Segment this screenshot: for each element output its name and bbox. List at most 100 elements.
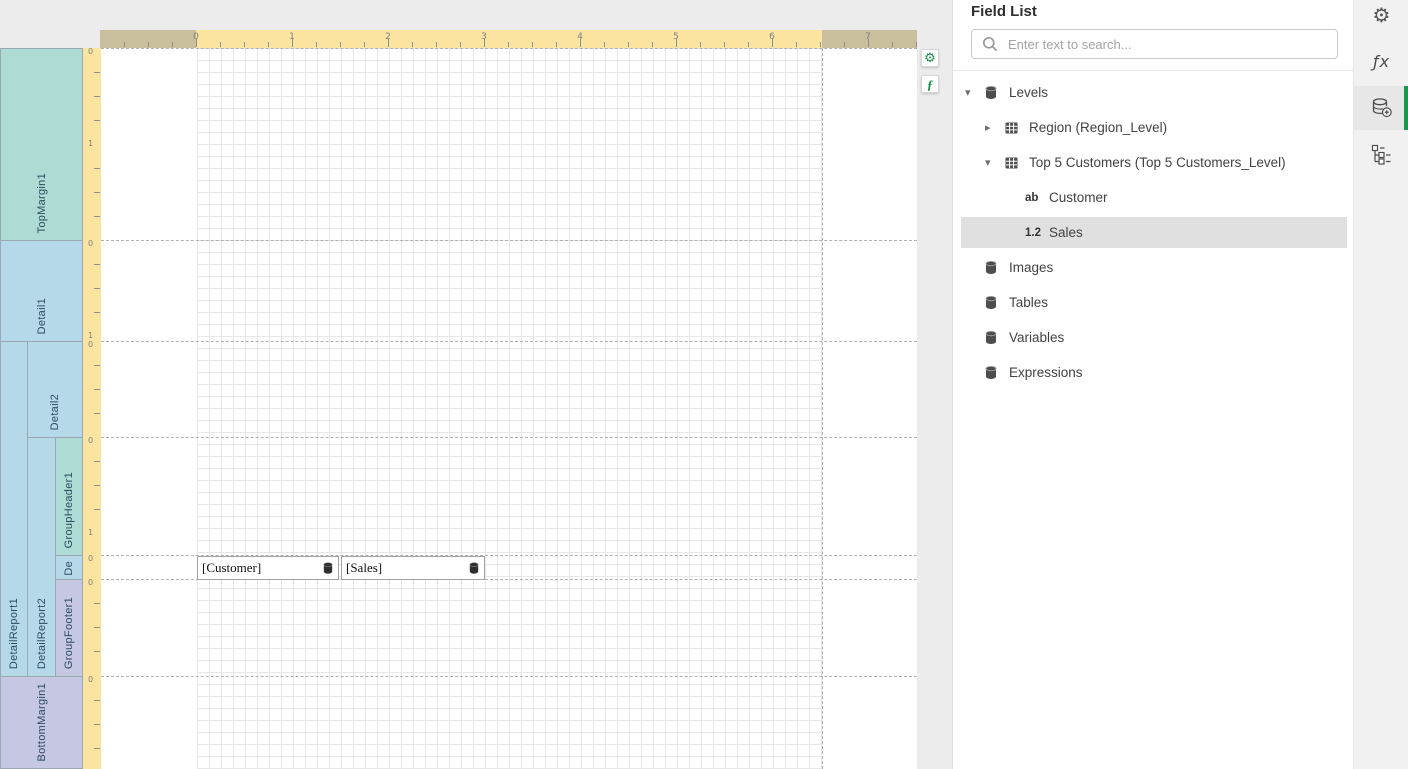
- tree-item-sales[interactable]: 1.2 Sales: [953, 215, 1353, 250]
- ruler-tick: [94, 627, 100, 628]
- tree-item-label: Top 5 Customers (Top 5 Customers_Level): [1029, 155, 1286, 170]
- toolbar-item-settings[interactable]: ⚙: [1354, 2, 1408, 28]
- ruler-tick: [148, 42, 149, 47]
- tree-item-levels[interactable]: Levels: [953, 75, 1353, 110]
- band-label-groupheader1[interactable]: GroupHeader1: [55, 437, 83, 556]
- ruler-tick: [94, 724, 100, 725]
- ruler-tick: [364, 42, 365, 47]
- ruler-tick: [628, 42, 629, 47]
- band-label-text: TopMargin1: [36, 173, 48, 233]
- tree-item-label: Sales: [1049, 225, 1083, 240]
- ruler-tick: [94, 389, 100, 390]
- ruler-number: 0: [83, 675, 98, 684]
- ruler-tick: [604, 42, 605, 47]
- band-label-bottommargin1[interactable]: BottomMargin1: [0, 676, 83, 769]
- text-field-icon: ab: [1025, 192, 1049, 204]
- ruler-tick: [94, 509, 100, 510]
- band-label-text: De: [63, 561, 75, 576]
- band-label-detailreport2[interactable]: DetailReport2: [27, 437, 56, 677]
- design-grid[interactable]: [197, 48, 823, 769]
- report-designer: { "colors": { "accent_green": "#169b4e" …: [0, 0, 1408, 769]
- tree-item-tables[interactable]: Tables: [953, 285, 1353, 320]
- tree-item-customer[interactable]: ab Customer: [953, 180, 1353, 215]
- band-label-detail3[interactable]: De: [55, 555, 83, 580]
- chevron-right-icon[interactable]: [985, 121, 1005, 134]
- toolbar-item-field-list[interactable]: [1354, 86, 1408, 130]
- function-icon: ƒ: [927, 78, 934, 91]
- ruler-tick: [124, 42, 125, 47]
- database-icon: [469, 562, 479, 574]
- tree-item-variables[interactable]: Variables: [953, 320, 1353, 355]
- ruler-tick: [244, 42, 245, 47]
- band-label-topmargin1[interactable]: TopMargin1: [0, 48, 83, 241]
- field-list-tree: Levels Region (Region_Level) Top 5 Custo…: [953, 75, 1353, 390]
- ruler-number: 1: [83, 331, 98, 340]
- band-label-detail2[interactable]: Detail2: [27, 341, 83, 438]
- band-separator: [101, 437, 917, 438]
- cell-text: [Sales]: [346, 560, 382, 576]
- report-cell-customer[interactable]: [Customer]: [197, 556, 339, 580]
- ruler-tick: [94, 192, 100, 193]
- ruler-tick: [94, 700, 100, 701]
- search-icon: [982, 36, 998, 52]
- ruler-number: 0: [83, 47, 98, 56]
- database-icon: [323, 562, 333, 574]
- band-label-text: DetailReport2: [36, 598, 48, 669]
- smart-tag-gear-button[interactable]: ⚙: [921, 49, 939, 67]
- band-separator: [101, 48, 917, 49]
- chevron-down-icon[interactable]: [965, 86, 985, 99]
- ruler-number: 4: [572, 32, 588, 42]
- band-label-groupfooter1[interactable]: GroupFooter1: [55, 579, 83, 677]
- ruler-tick: [220, 42, 221, 47]
- band-separator: [101, 240, 917, 241]
- ruler-tick: [316, 42, 317, 47]
- database-add-icon: [1371, 97, 1393, 119]
- smart-tag-script-button[interactable]: ƒ: [921, 75, 939, 93]
- tree-item-label: Region (Region_Level): [1029, 120, 1167, 135]
- tree-item-images[interactable]: Images: [953, 250, 1353, 285]
- table-icon: [1005, 157, 1029, 169]
- gear-icon: ⚙: [924, 52, 936, 65]
- band-separator: [101, 676, 917, 677]
- ruler-number: 0: [83, 340, 98, 349]
- tree-item-label: Variables: [1009, 330, 1064, 345]
- report-cell-sales[interactable]: [Sales]: [341, 556, 485, 580]
- table-icon: [1005, 122, 1029, 134]
- ruler-tick: [460, 42, 461, 47]
- tree-item-expressions[interactable]: Expressions: [953, 355, 1353, 390]
- search-box[interactable]: [971, 29, 1338, 59]
- ruler-number: 5: [668, 32, 684, 42]
- band-label-text: Detail2: [49, 394, 61, 430]
- structure-icon: [1371, 144, 1393, 166]
- band-label-detail1[interactable]: Detail1: [0, 240, 83, 342]
- ruler-tick: [508, 42, 509, 47]
- ruler-number: 7: [860, 32, 876, 42]
- ruler-tick: [94, 365, 100, 366]
- right-toolbar: ⚙ ƒx: [1353, 0, 1408, 769]
- chevron-down-icon[interactable]: [985, 156, 1005, 169]
- tree-item-label: Customer: [1049, 190, 1108, 205]
- tree-item-top5customers[interactable]: Top 5 Customers (Top 5 Customers_Level): [953, 145, 1353, 180]
- ruler-tick: [556, 42, 557, 47]
- ruler-number: 0: [83, 239, 98, 248]
- ruler-number: 0: [83, 554, 98, 563]
- page-right-margin-line: [822, 48, 823, 769]
- ruler-number: 1: [284, 32, 300, 42]
- band-label-text: GroupFooter1: [63, 597, 75, 669]
- band-label-text: Detail1: [36, 298, 48, 334]
- toolbar-item-report-structure[interactable]: [1354, 142, 1408, 168]
- database-icon: [985, 86, 1009, 99]
- ruler-tick: [94, 461, 100, 462]
- band-label-detailreport1[interactable]: DetailReport1: [0, 341, 28, 677]
- tree-item-region[interactable]: Region (Region_Level): [953, 110, 1353, 145]
- tree-item-label: Levels: [1009, 85, 1048, 100]
- horizontal-ruler: 01234567: [100, 30, 917, 48]
- database-icon: [985, 366, 1009, 379]
- search-input[interactable]: [1006, 36, 1329, 53]
- ruler-number: 1: [83, 139, 98, 148]
- ruler-tick: [94, 748, 100, 749]
- ruler-number: 1: [83, 528, 98, 537]
- gear-icon: ⚙: [1373, 5, 1391, 25]
- database-icon: [985, 261, 1009, 274]
- toolbar-item-expressions[interactable]: ƒx: [1354, 48, 1408, 74]
